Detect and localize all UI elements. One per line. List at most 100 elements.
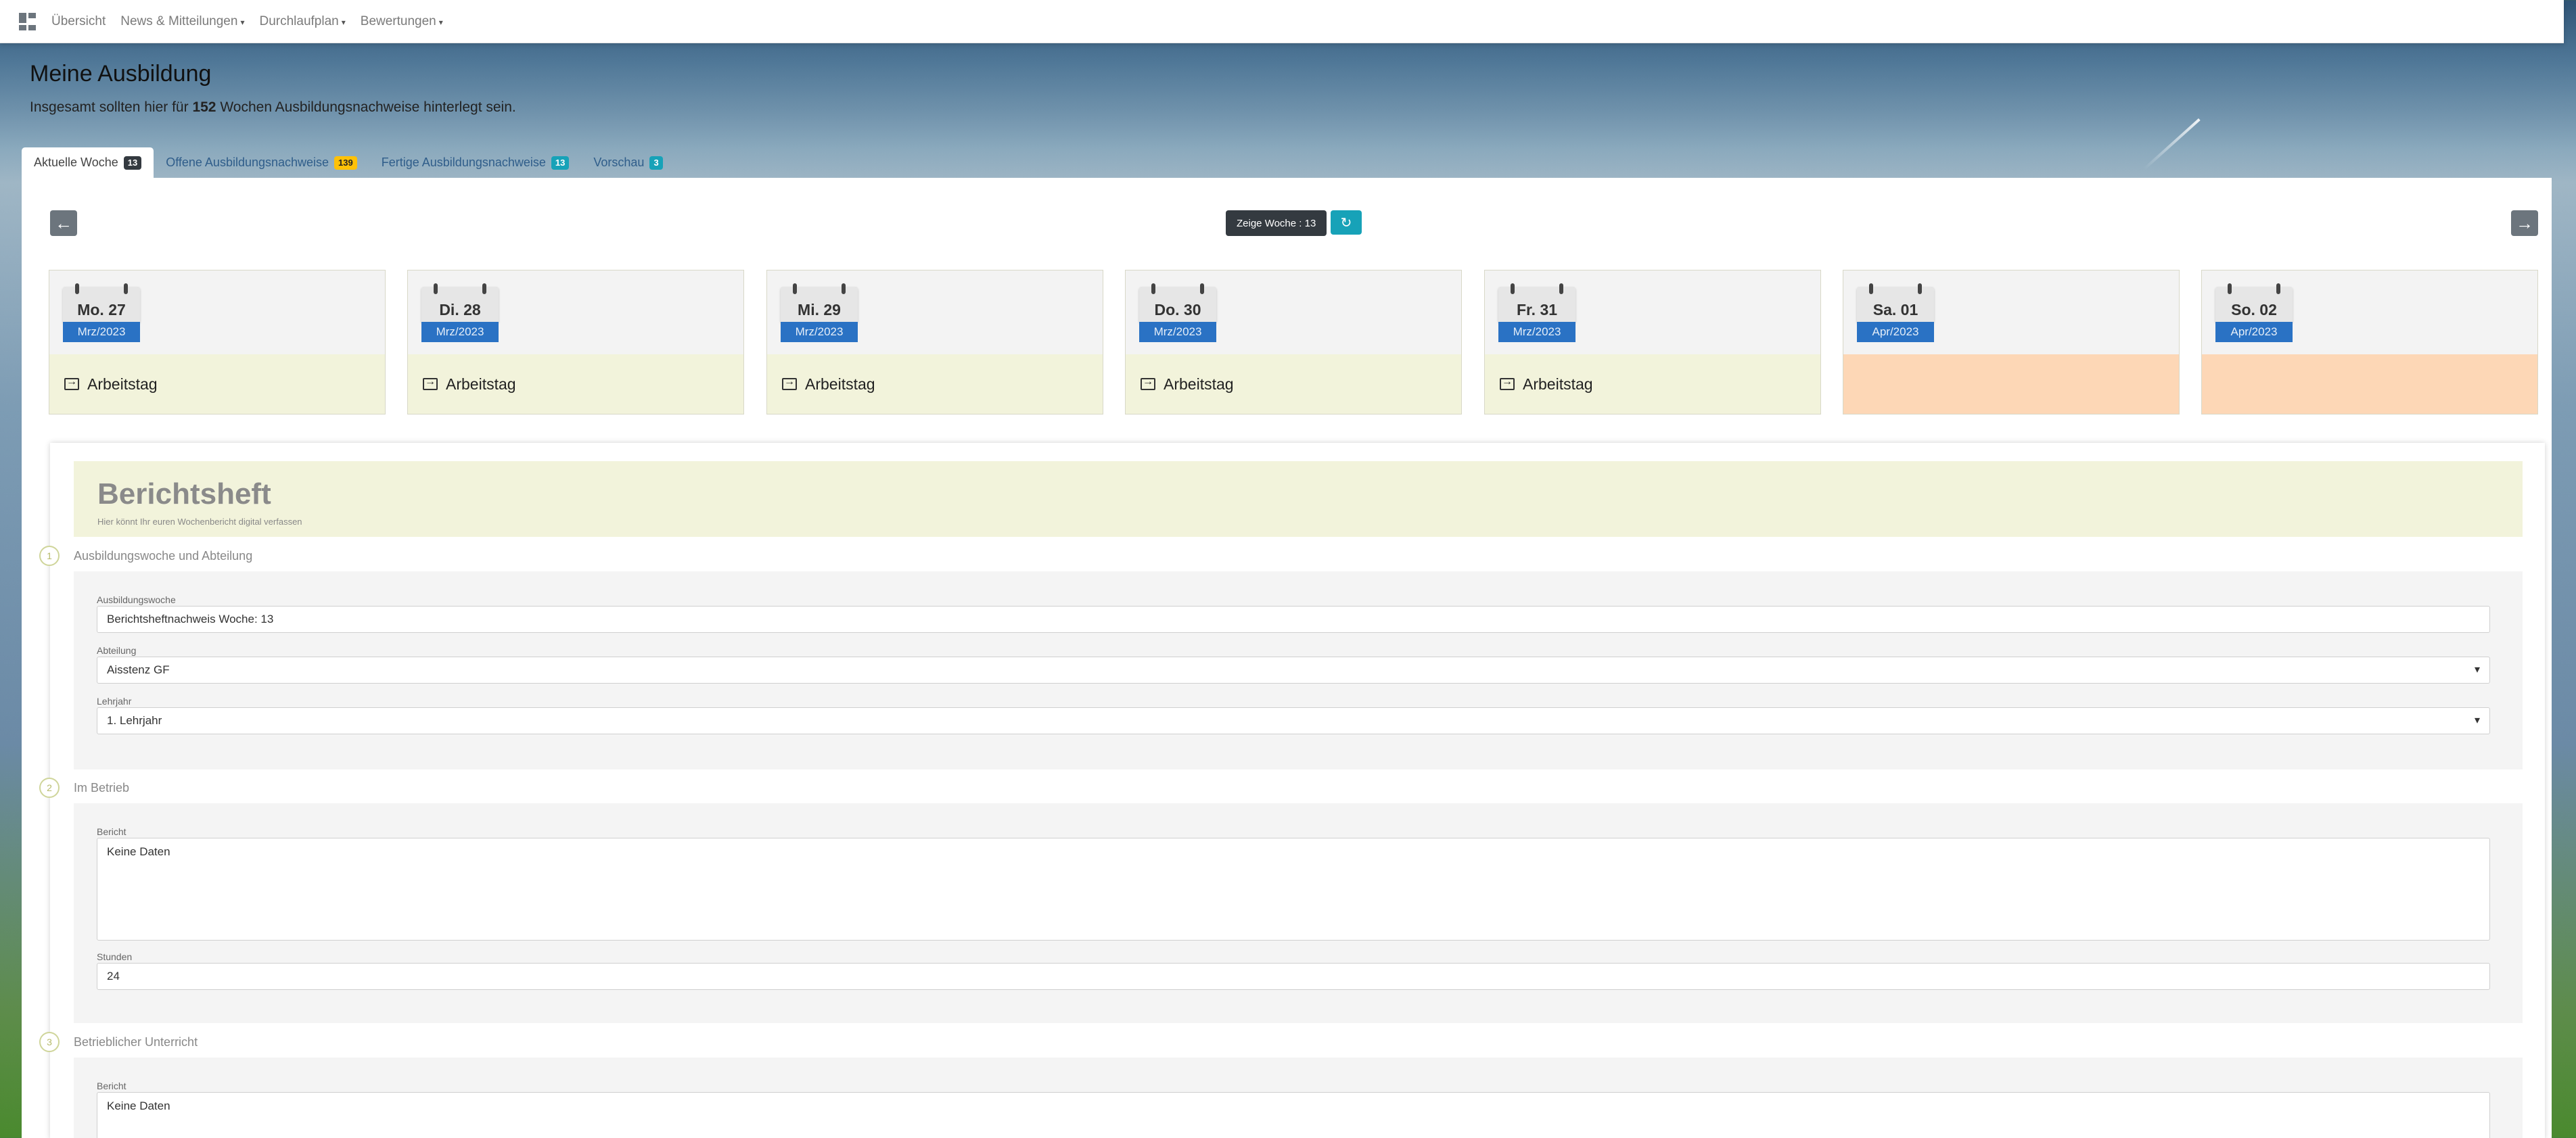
nav-item-durchlaufplan[interactable]: Durchlaufplan ▾ (259, 14, 345, 29)
tab-badge: 13 (551, 156, 570, 170)
nav-item-durchlaufplan-label: Durchlaufplan (259, 14, 339, 28)
stunden-input[interactable]: 24 (97, 963, 2490, 990)
subtitle-count: 152 (192, 99, 216, 115)
nav-item-bewertungen[interactable]: Bewertungen ▾ (361, 14, 443, 29)
section-label: Ausbildungswoche und Abteilung (74, 549, 253, 563)
unterricht-bericht-textarea[interactable]: Keine Daten (97, 1092, 2490, 1138)
step-number: 2 (39, 778, 60, 798)
day-card-sunday[interactable]: So. 02 Apr/2023 (2201, 270, 2538, 414)
subtitle-suffix: Wochen Ausbildungsnachweise hinterlegt s… (220, 99, 516, 115)
field-label: Abteilung (97, 645, 137, 656)
caret-down-icon: ▾ (341, 17, 346, 27)
day-status-label: Arbeitstag (1164, 375, 1234, 393)
day-status-label: Arbeitstag (446, 375, 516, 393)
month-label: Mrz/2023 (63, 322, 140, 342)
day-card-saturday[interactable]: Sa. 01 Apr/2023 (1843, 270, 2180, 414)
subtitle-prefix: Insgesamt sollten hier für (30, 99, 189, 115)
caret-down-icon: ▾ (438, 17, 443, 27)
sign-in-icon (1500, 376, 1515, 390)
tab-badge: 3 (649, 156, 663, 170)
main-panel: ← Zeige Woche : 13 ↻ → Mo. 27 Mrz/2023 A… (22, 178, 2552, 1138)
prev-week-button[interactable]: ← (50, 210, 77, 236)
tab-label: Offene Ausbildungsnachweise (166, 156, 329, 169)
calendar-icon: Mo. 27 Mrz/2023 (63, 283, 140, 342)
day-card-monday[interactable]: Mo. 27 Mrz/2023 Arbeitstag (49, 270, 386, 414)
day-status-label: Arbeitstag (805, 375, 875, 393)
calendar-ring (1918, 283, 1922, 294)
day-status-label: Arbeitstag (87, 375, 158, 393)
tab-aktuelle-woche[interactable]: Aktuelle Woche 13 (22, 147, 154, 178)
day-status-label: Arbeitstag (1523, 375, 1593, 393)
top-navbar: Übersicht News & Mitteilungen ▾ Durchlauf… (0, 0, 2564, 43)
lehrjahr-select[interactable]: 1. Lehrjahr (97, 707, 2490, 734)
tab-offene-nachweise[interactable]: Offene Ausbildungsnachweise 139 (154, 147, 369, 178)
nav-item-news-label: News & Mitteilungen (120, 14, 238, 28)
berichtsheft-subtitle: Hier könnt Ihr euren Wochenbericht digit… (97, 517, 302, 527)
sign-in-icon (423, 376, 438, 390)
lehrjahr-value: 1. Lehrjahr (107, 714, 162, 727)
ausbildungswoche-input[interactable]: Berichtsheftnachweis Woche: 13 (97, 606, 2490, 633)
tab-badge: 13 (123, 156, 142, 170)
section-label: Betrieblicher Unterricht (74, 1035, 198, 1049)
background-streak (2143, 118, 2201, 170)
calendar-ring (2228, 283, 2232, 294)
month-label: Apr/2023 (2215, 322, 2293, 342)
dashboard-grid-icon[interactable] (19, 12, 37, 30)
nav-item-uebersicht[interactable]: Übersicht (51, 14, 106, 29)
field-label: Stunden (97, 951, 133, 962)
tab-label: Fertige Ausbildungsnachweise (381, 156, 546, 169)
next-week-button[interactable]: → (2511, 210, 2538, 236)
arrow-right-icon: → (2516, 212, 2533, 233)
week-label: Zeige Woche : 13 (1226, 210, 1327, 236)
sign-in-icon (1141, 376, 1155, 390)
section-ausbildungswoche: Ausbildungswoche Berichtsheftnachweis Wo… (74, 571, 2523, 769)
refresh-icon: ↻ (1340, 215, 1352, 231)
page-title: Meine Ausbildung (30, 61, 212, 87)
calendar-ring (1559, 283, 1563, 294)
calendar-ring (482, 283, 486, 294)
calendar-ring (842, 283, 846, 294)
calendar-ring (1200, 283, 1204, 294)
field-label: Bericht (97, 826, 127, 837)
month-label: Mrz/2023 (781, 322, 858, 342)
arrow-left-icon: ← (55, 212, 72, 233)
tab-vorschau[interactable]: Vorschau 3 (581, 147, 674, 178)
field-label: Lehrjahr (97, 696, 132, 707)
day-status: Arbeitstag (49, 354, 385, 414)
calendar-icon: So. 02 Apr/2023 (2215, 283, 2293, 342)
tab-bar: Aktuelle Woche 13 Offene Ausbildungsnach… (22, 147, 675, 178)
month-label: Mrz/2023 (1139, 322, 1216, 342)
abteilung-select[interactable]: Aisstenz GF (97, 657, 2490, 684)
im-betrieb-bericht-textarea[interactable]: Keine Daten (97, 838, 2490, 941)
sign-in-icon (782, 376, 797, 390)
nav-item-bewertungen-label: Bewertungen (360, 14, 436, 28)
calendar-icon: Do. 30 Mrz/2023 (1139, 283, 1216, 342)
berichtsheft-form: Berichtsheft Hier könnt Ihr euren Wochen… (39, 443, 2545, 1138)
section-label: Im Betrieb (74, 781, 130, 795)
sign-in-icon (64, 376, 79, 390)
tab-fertige-nachweise[interactable]: Fertige Ausbildungsnachweise 13 (369, 147, 582, 178)
day-card-tuesday[interactable]: Di. 28 Mrz/2023 Arbeitstag (407, 270, 744, 414)
day-status-weekend (2202, 354, 2537, 414)
day-status: Arbeitstag (408, 354, 743, 414)
nav-item-news[interactable]: News & Mitteilungen ▾ (120, 14, 244, 29)
step-number: 1 (39, 546, 60, 566)
berichtsheft-header: Berichtsheft Hier könnt Ihr euren Wochen… (74, 461, 2523, 537)
day-status: Arbeitstag (1126, 354, 1461, 414)
calendar-ring (434, 283, 438, 294)
page-subtitle: Insgesamt sollten hier für 152 Wochen Au… (30, 99, 516, 116)
calendar-ring (75, 283, 79, 294)
day-card-thursday[interactable]: Do. 30 Mrz/2023 Arbeitstag (1125, 270, 1462, 414)
day-card-friday[interactable]: Fr. 31 Mrz/2023 Arbeitstag (1484, 270, 1821, 414)
refresh-button[interactable]: ↻ (1331, 210, 1362, 235)
day-card-wednesday[interactable]: Mi. 29 Mrz/2023 Arbeitstag (766, 270, 1103, 414)
calendar-ring (1869, 283, 1873, 294)
day-status: Arbeitstag (767, 354, 1103, 414)
tab-label: Aktuelle Woche (34, 156, 118, 169)
step-number: 3 (39, 1032, 60, 1052)
abteilung-value: Aisstenz GF (107, 663, 170, 676)
day-status: Arbeitstag (1485, 354, 1820, 414)
tab-label: Vorschau (593, 156, 645, 169)
field-label: Bericht (97, 1081, 127, 1091)
calendar-ring (2276, 283, 2280, 294)
